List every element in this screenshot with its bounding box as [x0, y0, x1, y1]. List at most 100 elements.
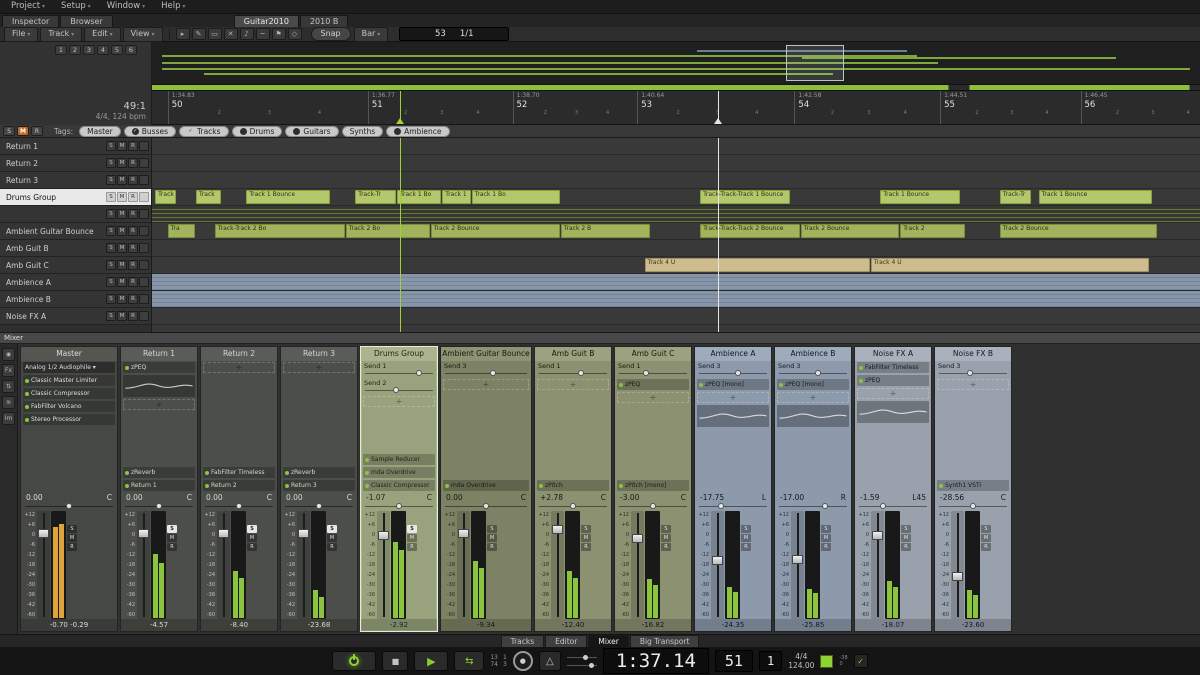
- track-solo-button[interactable]: S: [106, 260, 116, 270]
- volume-fader[interactable]: [951, 511, 964, 619]
- track-solo-button[interactable]: S: [106, 277, 116, 287]
- bottom-tab-editor[interactable]: Editor: [545, 634, 588, 648]
- plugin-slot[interactable]: zPEQ: [123, 362, 195, 373]
- pan-slider[interactable]: [445, 503, 527, 510]
- record-arm-button[interactable]: R: [901, 543, 911, 551]
- pan-slider[interactable]: [285, 503, 353, 510]
- plugin-slot[interactable]: FabFilter Timeless: [857, 362, 929, 373]
- audio-clip[interactable]: Track: [155, 190, 177, 204]
- plugin-slot[interactable]: mda Overdrive: [443, 480, 529, 491]
- track-record-button[interactable]: R: [128, 294, 138, 304]
- pan-slider-handle[interactable]: [822, 503, 829, 509]
- fader-handle[interactable]: [38, 528, 49, 538]
- pan-slider-handle[interactable]: [483, 503, 489, 509]
- mute-filter-button[interactable]: M: [17, 126, 29, 136]
- tag-ambience[interactable]: Ambience: [386, 125, 450, 137]
- send-level-slider[interactable]: [445, 370, 527, 377]
- project-tab-guitar2010[interactable]: Guitar2010: [233, 15, 299, 27]
- send-level-slider[interactable]: [779, 370, 847, 377]
- mixer-strip-amb-guit-c[interactable]: Amb Guit C Send 1 zPEQ + zPitch [mono] -3.00 C…: [614, 346, 692, 632]
- pan-slider[interactable]: [779, 503, 847, 510]
- solo-button[interactable]: S: [327, 525, 337, 533]
- fader-handle[interactable]: [712, 555, 723, 565]
- plugin-slot[interactable]: Classic Master Limiter: [23, 375, 115, 386]
- audio-clip[interactable]: Track-Track-Track 1 Bounce: [700, 190, 791, 204]
- solo-button[interactable]: S: [581, 525, 591, 533]
- volume-fader[interactable]: [37, 511, 50, 619]
- track-options-button[interactable]: [139, 192, 149, 202]
- select-tool-icon[interactable]: ▸: [175, 28, 190, 40]
- sends-icon[interactable]: ⇅: [2, 380, 15, 393]
- mute-button[interactable]: M: [487, 534, 497, 542]
- record-arm-button[interactable]: R: [581, 543, 591, 551]
- stop-button[interactable]: ■: [382, 651, 409, 671]
- record-arm-button[interactable]: R: [981, 543, 991, 551]
- pan-slider-handle[interactable]: [66, 503, 72, 509]
- fader-handle[interactable]: [378, 530, 389, 540]
- plugin-slot[interactable]: zPitch: [537, 480, 609, 491]
- audio-clip[interactable]: Track 4 U: [870, 258, 1149, 272]
- volume-fader[interactable]: [137, 511, 150, 619]
- pan-slider[interactable]: [365, 503, 433, 510]
- mute-button[interactable]: M: [327, 534, 337, 542]
- pan-slider-handle[interactable]: [236, 503, 242, 509]
- play-button[interactable]: ▶: [414, 651, 449, 671]
- object-tool-icon[interactable]: ◇: [287, 28, 302, 40]
- pan-slider[interactable]: [619, 503, 687, 510]
- track-mute-button[interactable]: M: [117, 294, 127, 304]
- audio-clip[interactable]: Track 2 Bounce: [800, 224, 900, 238]
- track-solo-button[interactable]: S: [106, 158, 116, 168]
- menu-window[interactable]: Window: [100, 0, 152, 13]
- record-arm-button[interactable]: R: [661, 543, 671, 551]
- track-options-button[interactable]: [139, 226, 149, 236]
- pan-slider-handle[interactable]: [396, 503, 402, 509]
- fader-handle[interactable]: [458, 528, 469, 538]
- plugin-slot[interactable]: Classic Compressor: [23, 388, 115, 399]
- volume-fader[interactable]: [377, 511, 390, 619]
- pan-slider[interactable]: [699, 503, 767, 510]
- project-tab-2010-b[interactable]: 2010 B: [299, 15, 349, 27]
- cue-marker-5[interactable]: 5: [111, 45, 123, 55]
- lane-return-3[interactable]: [152, 172, 1200, 189]
- visibility-icon[interactable]: ◉: [2, 348, 15, 361]
- fader-handle[interactable]: [298, 528, 309, 538]
- track-solo-button[interactable]: S: [106, 243, 116, 253]
- mixer-strip-ambience-b[interactable]: Ambience B Send 3 zPEQ [mono] + -17.00 R +12 +6…: [774, 346, 852, 632]
- arrangement-overview[interactable]: [152, 42, 1200, 85]
- mixer-strip-return-1[interactable]: Return 1 zPEQ + zReverb Return 1 0.00 C +12 +6 0-…: [120, 346, 198, 632]
- send-level-slider[interactable]: [619, 370, 687, 377]
- audio-clip[interactable]: Track 2 Bounce: [999, 224, 1158, 238]
- lane-ambient-guitar-bounce[interactable]: Tra Track-Track 2 Bo Track 2 Bo Track 2 Bou…: [152, 223, 1200, 240]
- track-mute-button[interactable]: M: [117, 311, 127, 321]
- track-record-button[interactable]: R: [128, 277, 138, 287]
- mute-button[interactable]: M: [741, 534, 751, 542]
- tab-browser[interactable]: Browser: [60, 15, 113, 27]
- track-record-button[interactable]: R: [128, 141, 138, 151]
- track-row-ambience-a[interactable]: Ambience A SMR: [0, 274, 151, 291]
- pan-slider-handle[interactable]: [717, 503, 724, 509]
- tag-busses[interactable]: ✓ Busses: [123, 125, 177, 137]
- record-arm-button[interactable]: R: [167, 543, 177, 551]
- add-plugin-slot[interactable]: +: [617, 392, 689, 403]
- flag-icon[interactable]: ⚑: [271, 28, 286, 40]
- audio-clip[interactable]: Track 2 B: [560, 224, 650, 238]
- volume-fader[interactable]: [217, 511, 230, 619]
- power-button[interactable]: [332, 651, 377, 671]
- pan-slider[interactable]: [205, 503, 273, 510]
- audio-clip[interactable]: Track-Tr: [999, 190, 1032, 204]
- eq-icon[interactable]: ≋: [2, 396, 15, 409]
- tag-guitars[interactable]: Guitars: [285, 125, 339, 137]
- instrument-icon[interactable]: Im: [2, 412, 15, 425]
- track-record-button[interactable]: R: [128, 243, 138, 253]
- volume-fader[interactable]: [871, 511, 884, 619]
- toolbar-menu-file[interactable]: File: [4, 26, 39, 42]
- mute-button[interactable]: M: [661, 534, 671, 542]
- add-plugin-slot[interactable]: +: [857, 388, 929, 399]
- mixer-strip-noise-fx-a[interactable]: Noise FX A FabFilter Timeless zPEQ + -1.59 L4…: [854, 346, 932, 632]
- audio-clip[interactable]: Track-Tr: [355, 190, 397, 204]
- metronome-button[interactable]: △: [538, 651, 561, 671]
- mute-button[interactable]: M: [67, 534, 77, 542]
- mixer-strip-return-2[interactable]: Return 2 + FabFilter Timeless Return 2 0.00 C…: [200, 346, 278, 632]
- track-row-return-2[interactable]: Return 2 SMR: [0, 155, 151, 172]
- pan-slider-handle[interactable]: [879, 503, 886, 509]
